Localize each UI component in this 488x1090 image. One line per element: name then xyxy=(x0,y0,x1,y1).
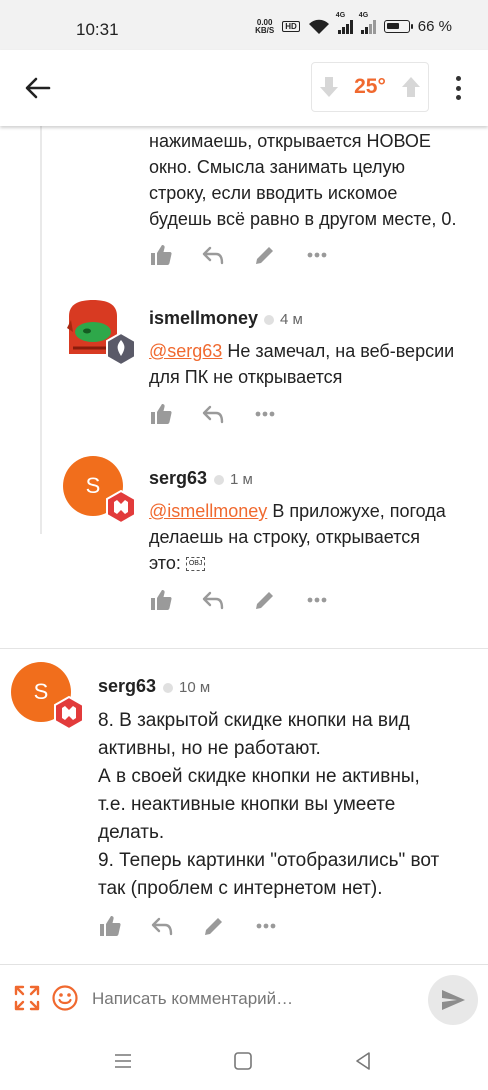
net-speed: 0.00 KB/S xyxy=(255,17,275,35)
like-icon[interactable] xyxy=(148,242,174,268)
comment-author[interactable]: serg63 xyxy=(149,468,207,489)
comment-time: 1 м xyxy=(230,471,253,488)
comment-meta: 4 м xyxy=(264,311,303,328)
reply-icon[interactable] xyxy=(200,401,226,427)
comment-time: 4 м xyxy=(280,311,303,328)
comment-input[interactable] xyxy=(92,985,412,1013)
comment-text: 8. В закрытой скидке кнопки на вид актив… xyxy=(98,710,440,899)
comment-composer xyxy=(0,964,488,1034)
mention-link[interactable]: @ismellmoney xyxy=(149,501,267,521)
like-icon[interactable] xyxy=(97,913,123,939)
status-bar: 10:31 0.00 KB/S HD 4G 4G 66 % xyxy=(0,0,488,50)
comment-time: 10 м xyxy=(179,679,211,696)
app-header: 25° xyxy=(0,50,488,126)
status-time: 10:31 xyxy=(76,20,119,39)
thread-line xyxy=(40,126,42,534)
mention-link[interactable]: @serg63 xyxy=(149,341,222,361)
edit-icon[interactable] xyxy=(252,587,278,613)
edit-icon[interactable] xyxy=(201,913,227,939)
user-rank-badge-icon xyxy=(106,332,136,366)
online-dot xyxy=(264,314,274,325)
user-rank-badge-icon xyxy=(54,696,84,730)
signal-icon: 4G xyxy=(359,12,376,34)
comment-text: @ismellmoney В приложухе, погода делаешь… xyxy=(149,501,446,573)
reply-icon[interactable] xyxy=(200,587,226,613)
like-icon[interactable] xyxy=(148,401,174,427)
comment-author[interactable]: ismellmoney xyxy=(149,308,258,329)
comments-list: нажимаешь, открывается НОВОЕ окно. Смысл… xyxy=(0,126,488,964)
object-placeholder-icon: OBJ xyxy=(185,557,206,572)
comment-author[interactable]: serg63 xyxy=(98,676,156,697)
more-icon[interactable] xyxy=(252,401,278,427)
edit-icon[interactable] xyxy=(252,242,278,268)
battery-icon xyxy=(383,20,413,33)
user-rank-badge-icon xyxy=(106,490,136,524)
send-button[interactable] xyxy=(428,975,478,1025)
reply-icon[interactable] xyxy=(149,913,175,939)
system-navigation-bar xyxy=(0,1034,488,1090)
downvote-arrow-icon[interactable] xyxy=(318,75,340,99)
home-icon[interactable] xyxy=(232,1050,254,1072)
rating-widget: 25° xyxy=(311,62,429,112)
battery-percent: 66 % xyxy=(417,18,452,35)
comment-text: @serg63 Не замечал, на веб-версии для ПК… xyxy=(149,341,455,387)
status-icons: 0.00 KB/S HD 4G 4G 66 % xyxy=(255,12,452,36)
online-dot xyxy=(214,474,224,485)
online-dot xyxy=(163,682,173,693)
hd-voice-icon: HD xyxy=(282,21,300,32)
comment-text: нажимаешь, открывается НОВОЕ окно. Смысл… xyxy=(149,131,457,229)
more-icon[interactable] xyxy=(253,913,279,939)
comment-meta: 10 м xyxy=(163,679,210,696)
signal-icon: 4G xyxy=(336,12,353,34)
send-icon xyxy=(442,990,465,1010)
thread-separator xyxy=(0,648,488,649)
wifi-icon xyxy=(308,19,329,34)
more-icon[interactable] xyxy=(304,587,330,613)
back-arrow-icon[interactable] xyxy=(22,72,54,104)
rating-value: 25° xyxy=(354,75,386,98)
back-icon[interactable] xyxy=(352,1050,374,1072)
emoji-icon[interactable] xyxy=(52,985,78,1011)
menu-icon[interactable] xyxy=(112,1050,134,1072)
comment-actions xyxy=(148,242,330,268)
reply-icon[interactable] xyxy=(200,242,226,268)
expand-icon[interactable] xyxy=(14,985,40,1011)
more-options-icon[interactable] xyxy=(448,74,468,102)
comment-meta: 1 м xyxy=(214,471,253,488)
comment-actions xyxy=(148,587,330,613)
more-icon[interactable] xyxy=(304,242,330,268)
comment-actions xyxy=(97,913,279,939)
upvote-arrow-icon[interactable] xyxy=(400,75,422,99)
like-icon[interactable] xyxy=(148,587,174,613)
comment-actions xyxy=(148,401,278,427)
